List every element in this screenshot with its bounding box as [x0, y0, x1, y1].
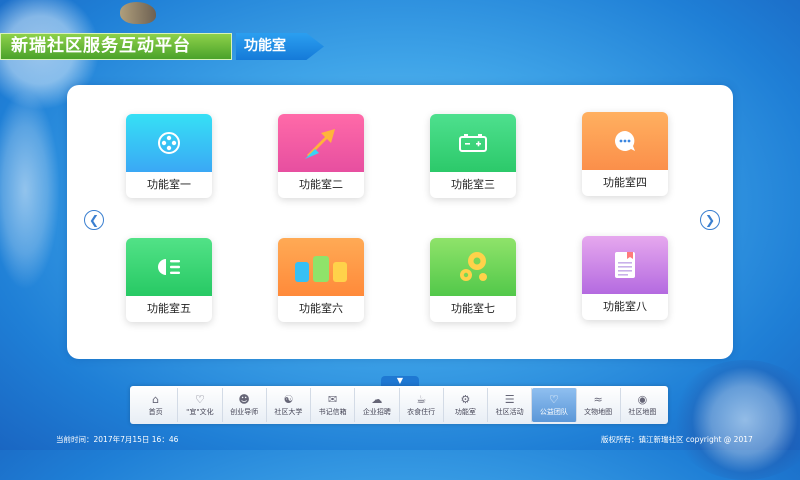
room-card-1[interactable]: 功能室一 [126, 114, 212, 198]
page-title: 新瑞社区服务互动平台 [0, 33, 232, 60]
cloud-icon: ☁ [371, 393, 383, 406]
copyright: 版权所有：镇江新瑞社区 copyright @ 2017 [601, 435, 753, 444]
nav-item-activities[interactable]: ☰ 社区活动 [488, 388, 533, 422]
heart-hand-icon: ♡ [194, 393, 205, 406]
cup-icon: ☕ [416, 393, 427, 406]
room-card-7[interactable]: 功能室七 [430, 238, 516, 322]
list-icon: ☰ [504, 393, 515, 406]
nav-item-recruit[interactable]: ☁ 企业招聘 [355, 388, 400, 422]
breadcrumb: 功能室 [236, 33, 324, 60]
nav-item-label: 社区地图 [628, 408, 657, 416]
nav-item-volunteer[interactable]: ♡ 公益团队 [532, 388, 577, 422]
nav-item-home[interactable]: ⌂ 首页 [134, 388, 179, 422]
room-card-label: 功能室六 [299, 302, 343, 315]
document-icon [582, 236, 668, 294]
gear-icon: ⚙ [460, 393, 471, 406]
nav-item-culture[interactable]: ♡ "宜"文化 [178, 388, 223, 422]
mailbox-icon: ✉ [328, 393, 338, 406]
room-card-8[interactable]: 功能室八 [582, 236, 668, 320]
room-card-5[interactable]: 功能室五 [126, 238, 212, 322]
home-icon: ⌂ [152, 393, 160, 406]
decor-bird [120, 2, 156, 24]
room-card-label: 功能室四 [603, 176, 647, 189]
room-card-label: 功能室七 [451, 302, 495, 315]
room-card-2[interactable]: 功能室二 [278, 114, 364, 198]
nav-item-label: 衣食住行 [407, 408, 436, 416]
nav-item-heritage-map[interactable]: ≈ 文物地图 [577, 388, 621, 422]
battery-icon [430, 114, 516, 172]
map-pin-icon: ◉ [637, 393, 648, 406]
nav-item-label: 社区活动 [495, 408, 524, 416]
caret-down-icon: ▼ [396, 376, 404, 385]
headlight-icon [126, 238, 212, 296]
prev-arrow-button[interactable]: ❮ [84, 210, 104, 230]
nav-item-label: 功能室 [454, 408, 476, 416]
chat-bubble-icon [582, 112, 668, 170]
nav-item-mailbox[interactable]: ✉ 书记信箱 [311, 388, 356, 422]
heart-icon: ♡ [548, 393, 559, 406]
room-card-3[interactable]: 功能室三 [430, 114, 516, 198]
nav-item-label: "宜"文化 [186, 408, 214, 416]
swap-arrows-icon [278, 114, 364, 172]
cloud-wave-icon: ≈ [593, 393, 603, 406]
nav-item-label: 文物地图 [584, 408, 613, 416]
nav-item-rooms[interactable]: ⚙ 功能室 [444, 388, 488, 422]
nav-item-label: 公益团队 [539, 408, 568, 416]
room-card-6[interactable]: 功能室六 [278, 238, 364, 322]
nav-item-community-map[interactable]: ◉ 社区地图 [621, 388, 664, 422]
decor-flower [0, 90, 60, 290]
bottom-nav: ⌂ 首页 ♡ "宜"文化 ☻ 创业导师 ☯ 社区大学 ✉ 书记信箱 ☁ 企业招聘 ☕ 衣食住行… [130, 386, 668, 424]
chevron-right-icon: ❯ [704, 213, 716, 227]
room-card-label: 功能室三 [451, 178, 495, 191]
nav-item-living[interactable]: ☕ 衣食住行 [400, 388, 444, 422]
university-icon: ☯ [283, 393, 294, 406]
room-card-4[interactable]: 功能室四 [582, 112, 668, 196]
room-card-label: 功能室五 [147, 302, 191, 315]
gears-icon [430, 238, 516, 296]
nav-item-university[interactable]: ☯ 社区大学 [267, 388, 311, 422]
chevron-left-icon: ❮ [88, 213, 100, 227]
room-card-label: 功能室八 [603, 300, 647, 313]
current-time: 当前时间：2017年7月15日 16：46 [56, 435, 179, 444]
nav-item-mentor[interactable]: ☻ 创业导师 [223, 388, 267, 422]
room-card-label: 功能室二 [299, 178, 343, 191]
room-card-label: 功能室一 [147, 178, 191, 191]
nav-toggle-handle[interactable]: ▼ [381, 376, 419, 386]
next-arrow-button[interactable]: ❯ [700, 210, 720, 230]
nav-item-label: 社区大学 [274, 408, 303, 416]
nav-item-label: 首页 [148, 408, 163, 416]
film-reel-icon [126, 114, 212, 172]
nav-item-label: 书记信箱 [318, 408, 347, 416]
mentor-icon: ☻ [238, 393, 250, 406]
group-people-icon [278, 238, 364, 296]
nav-item-label: 企业招聘 [362, 408, 391, 416]
nav-item-label: 创业导师 [230, 408, 259, 416]
decor-flower [670, 360, 800, 480]
